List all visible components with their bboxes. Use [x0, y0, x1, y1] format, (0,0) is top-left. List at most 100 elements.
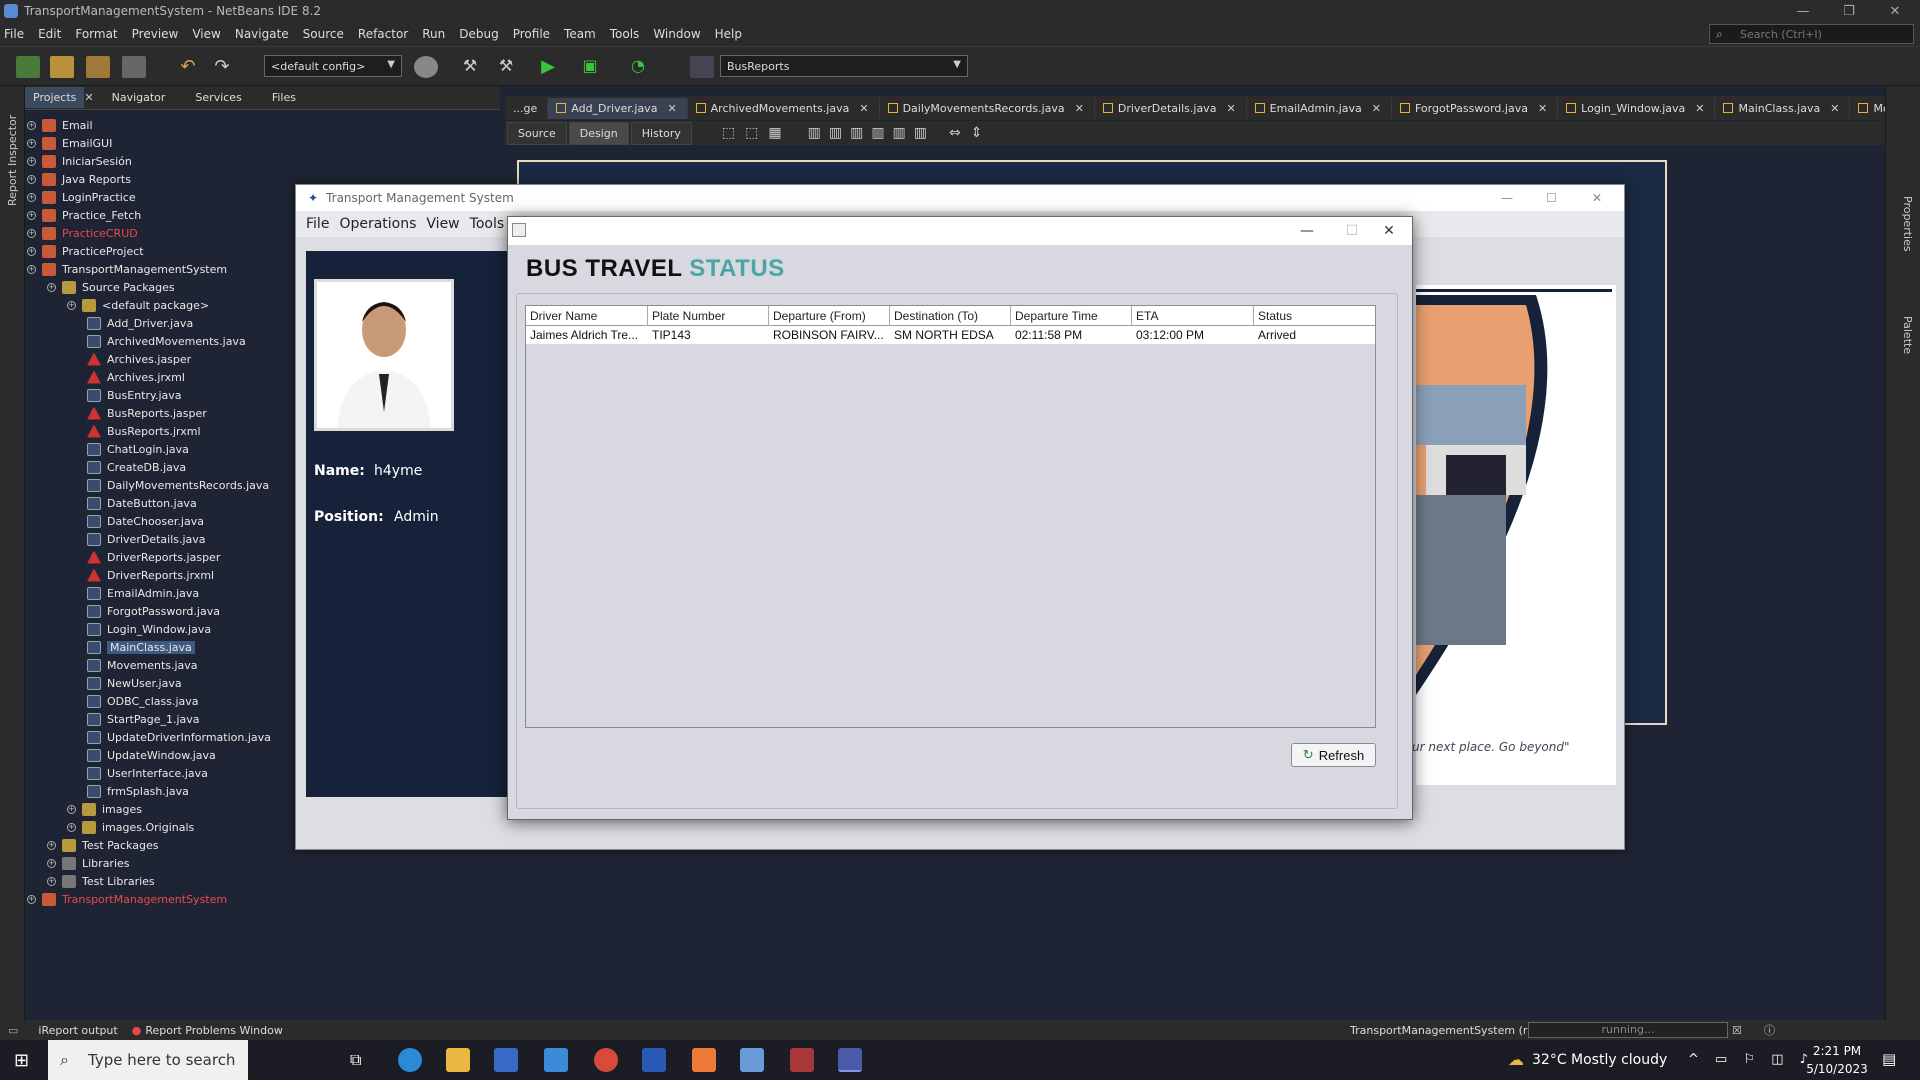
netbeans-taskbar-icon[interactable]: [838, 1048, 862, 1072]
column-plate-number[interactable]: Plate Number: [648, 306, 769, 326]
ireport-output-tab[interactable]: iReport output: [38, 1024, 117, 1037]
table-row[interactable]: Jaimes Aldrich Tre... TIP143 ROBINSON FA…: [526, 326, 1375, 344]
tab-navigator[interactable]: Navigator: [104, 87, 174, 108]
column-eta[interactable]: ETA: [1132, 306, 1254, 326]
editor-tab[interactable]: ...ge: [505, 97, 549, 119]
action-center-icon[interactable]: ▤: [1882, 1050, 1896, 1068]
column-status[interactable]: Status: [1254, 306, 1375, 326]
close-tab-icon[interactable]: ✕: [859, 102, 868, 115]
build-icon[interactable]: ⚒: [458, 56, 482, 78]
menu-view[interactable]: View: [192, 27, 220, 41]
clock-time[interactable]: 2:21 PM: [1810, 1044, 1864, 1058]
tree-node[interactable]: MainClass.java: [87, 638, 195, 656]
tab-files[interactable]: Files: [264, 87, 304, 108]
tree-node[interactable]: DriverReports.jrxml: [87, 566, 214, 584]
tree-node[interactable]: + Test Libraries: [47, 872, 155, 890]
tms-menu-tools[interactable]: Tools: [470, 216, 505, 232]
tree-node[interactable]: EmailAdmin.java: [87, 584, 199, 602]
connection-mode-icon[interactable]: ⬚: [745, 125, 758, 141]
tree-node[interactable]: ChatLogin.java: [87, 440, 189, 458]
menu-help[interactable]: Help: [715, 27, 742, 41]
tree-node[interactable]: + Practice_Fetch: [27, 206, 141, 224]
menu-format[interactable]: Format: [75, 27, 117, 41]
cancel-run-icon[interactable]: ☒: [1732, 1024, 1742, 1037]
expand-toggle-icon[interactable]: +: [27, 156, 36, 166]
menu-window[interactable]: Window: [653, 27, 700, 41]
expand-toggle-icon[interactable]: +: [27, 264, 36, 274]
horizontal-resize-icon[interactable]: ⇔: [949, 125, 961, 141]
menu-profile[interactable]: Profile: [513, 27, 550, 41]
menu-debug[interactable]: Debug: [459, 27, 498, 41]
preview-design-icon[interactable]: ▦: [768, 125, 781, 141]
tree-node[interactable]: BusReports.jrxml: [87, 422, 201, 440]
column-driver-name[interactable]: Driver Name: [526, 306, 648, 326]
expand-toggle-icon[interactable]: +: [27, 174, 36, 184]
task-view-icon[interactable]: ⧉: [350, 1050, 361, 1070]
tree-node[interactable]: Movements.java: [87, 656, 198, 674]
tree-node[interactable]: BusEntry.java: [87, 386, 182, 404]
expand-toggle-icon[interactable]: +: [47, 840, 56, 850]
editor-tab[interactable]: ForgotPassword.java ✕: [1392, 97, 1559, 119]
design-tab[interactable]: Design: [568, 121, 629, 145]
align-bottom-icon[interactable]: ▥: [893, 125, 906, 141]
tree-node[interactable]: + IniciarSesión: [27, 152, 132, 170]
column-departure-from[interactable]: Departure (From): [769, 306, 890, 326]
expand-toggle-icon[interactable]: +: [27, 120, 36, 130]
tree-node[interactable]: + <default package>: [67, 296, 209, 314]
column-destination-to[interactable]: Destination (To): [890, 306, 1011, 326]
tree-node[interactable]: BusReports.jasper: [87, 404, 207, 422]
column-departure-time[interactable]: Departure Time: [1011, 306, 1132, 326]
restore-icon[interactable]: ❐: [1826, 0, 1872, 22]
palette-tab[interactable]: Palette: [1901, 316, 1914, 354]
tree-node[interactable]: DriverReports.jasper: [87, 548, 220, 566]
tree-node[interactable]: Archives.jrxml: [87, 368, 185, 386]
menu-run[interactable]: Run: [422, 27, 445, 41]
tree-node[interactable]: ForgotPassword.java: [87, 602, 220, 620]
system-tray-icons[interactable]: ^ ▭ ⚐ ◫ ♪: [1688, 1052, 1814, 1067]
editor-tab[interactable]: ArchivedMovements.java ✕: [688, 97, 880, 119]
tree-node[interactable]: Login_Window.java: [87, 620, 211, 638]
build-target-icon[interactable]: [414, 56, 438, 78]
tms-menu-operations[interactable]: Operations: [339, 216, 416, 232]
align-right-icon[interactable]: ▥: [829, 125, 842, 141]
menu-team[interactable]: Team: [564, 27, 596, 41]
tree-node[interactable]: ODBC_class.java: [87, 692, 199, 710]
tree-node[interactable]: + TransportManagementSystem: [27, 890, 227, 908]
editor-tab[interactable]: DailyMovementsRecords.java ✕: [880, 97, 1095, 119]
close-icon[interactable]: ✕: [1366, 217, 1412, 245]
menu-preview[interactable]: Preview: [132, 27, 179, 41]
tree-node[interactable]: frmSplash.java: [87, 782, 189, 800]
undo-icon[interactable]: ↶: [176, 56, 200, 78]
tree-node[interactable]: UpdateWindow.java: [87, 746, 216, 764]
tree-node[interactable]: UserInterface.java: [87, 764, 208, 782]
expand-toggle-icon[interactable]: +: [27, 210, 36, 220]
menu-file[interactable]: File: [4, 27, 24, 41]
minimize-icon[interactable]: —: [1501, 191, 1513, 205]
expand-toggle-icon[interactable]: +: [67, 804, 76, 814]
close-tab-icon[interactable]: ✕: [1830, 102, 1839, 115]
winrar-icon[interactable]: [790, 1048, 814, 1072]
tree-node[interactable]: + Java Reports: [27, 170, 131, 188]
vertical-resize-icon[interactable]: ⇕: [971, 125, 983, 141]
tree-node[interactable]: DateChooser.java: [87, 512, 204, 530]
maximize-icon[interactable]: ☐: [1546, 191, 1557, 205]
close-tab-icon[interactable]: ✕: [1372, 102, 1381, 115]
minimize-icon[interactable]: —: [1780, 0, 1826, 22]
weather-text[interactable]: 32°C Mostly cloudy: [1532, 1052, 1667, 1068]
status-table[interactable]: Driver Name Plate Number Departure (From…: [525, 305, 1376, 728]
tree-node[interactable]: + PracticeCRUD: [27, 224, 138, 242]
align-top-icon[interactable]: ▥: [871, 125, 884, 141]
close-tab-icon[interactable]: ✕: [667, 102, 676, 115]
selection-mode-icon[interactable]: ⬚: [722, 125, 735, 141]
tree-node[interactable]: StartPage_1.java: [87, 710, 200, 728]
expand-toggle-icon[interactable]: +: [47, 858, 56, 868]
expand-toggle-icon[interactable]: +: [27, 894, 36, 904]
expand-toggle-icon[interactable]: +: [27, 192, 36, 202]
menu-edit[interactable]: Edit: [38, 27, 61, 41]
new-project-icon[interactable]: [50, 56, 74, 78]
close-icon[interactable]: ✕: [1592, 191, 1602, 205]
editor-tab[interactable]: Add_Driver.java ✕: [548, 97, 688, 119]
tree-node[interactable]: + Email: [27, 116, 93, 134]
redo-icon[interactable]: ↷: [210, 56, 234, 78]
config-select[interactable]: <default config> ▼: [264, 55, 402, 77]
